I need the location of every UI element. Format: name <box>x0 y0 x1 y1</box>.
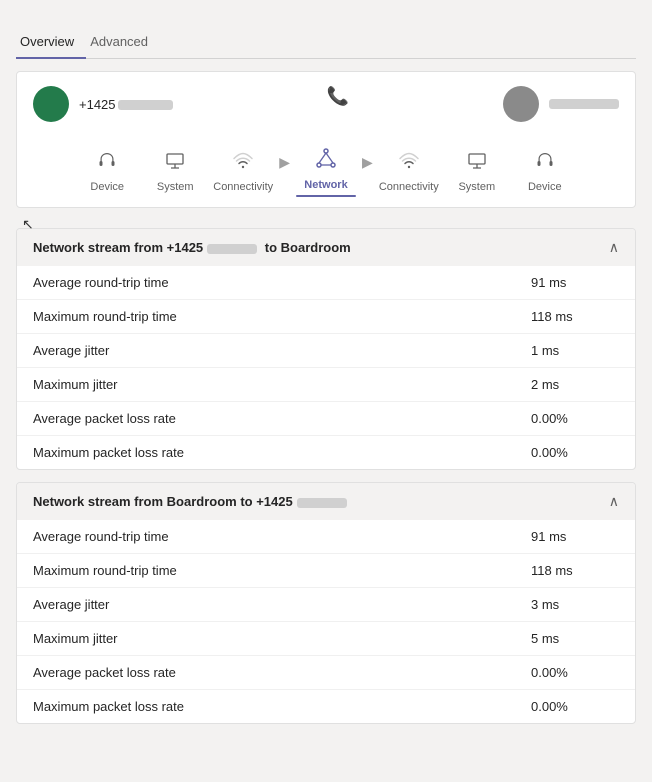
row-value: 0.00% <box>515 436 635 470</box>
phone-icon: 📞 <box>327 86 349 107</box>
participant-left-number: +1425 <box>79 97 173 112</box>
device-right-icon <box>534 150 556 178</box>
connectivity-left-icon <box>232 150 254 178</box>
row-label: Average round-trip time <box>17 266 515 300</box>
tab-advanced[interactable]: Advanced <box>86 28 160 59</box>
net-icon-connectivity-left[interactable]: Connectivity <box>209 150 277 193</box>
table-row: Maximum packet loss rate 0.00% <box>17 690 635 724</box>
participant-right <box>503 86 619 122</box>
system-left-icon <box>164 150 186 178</box>
cursor-area: ↖ <box>16 220 636 228</box>
cursor-icon: ↖ <box>22 216 34 233</box>
connectivity-right-label: Connectivity <box>379 181 439 193</box>
section-stream2-table: Average round-trip time 91 ms Maximum ro… <box>17 520 635 723</box>
row-label: Average packet loss rate <box>17 656 515 690</box>
section-stream2: Network stream from Boardroom to +1425 ∧… <box>16 482 636 724</box>
page-wrapper: Overview Advanced +1425 📞 <box>0 0 652 782</box>
row-label: Average jitter <box>17 588 515 622</box>
participant-left-info: +1425 <box>79 97 173 112</box>
row-label: Average jitter <box>17 334 515 368</box>
table-row: Maximum packet loss rate 0.00% <box>17 436 635 470</box>
call-participants: +1425 📞 <box>33 86 619 122</box>
row-label: Average round-trip time <box>17 520 515 554</box>
row-value: 3 ms <box>515 588 635 622</box>
row-value: 0.00% <box>515 402 635 436</box>
table-row: Average packet loss rate 0.00% <box>17 402 635 436</box>
call-card: +1425 📞 <box>16 71 636 208</box>
tabs-bar: Overview Advanced <box>16 28 636 59</box>
net-icon-device-right[interactable]: Device <box>511 150 579 193</box>
tab-overview[interactable]: Overview <box>16 28 86 59</box>
net-icon-connectivity-right[interactable]: Connectivity <box>375 150 443 193</box>
row-label: Maximum round-trip time <box>17 554 515 588</box>
section-stream1-title: Network stream from +1425 to Boardroom <box>33 240 351 255</box>
row-value: 118 ms <box>515 300 635 334</box>
network-label: Network <box>304 179 347 191</box>
row-value: 2 ms <box>515 368 635 402</box>
system-right-label: System <box>458 181 495 193</box>
section-stream2-title: Network stream from Boardroom to +1425 <box>33 494 347 509</box>
avatar-right <box>503 86 539 122</box>
participant-right-info <box>549 98 619 110</box>
section-stream2-chevron: ∧ <box>609 493 619 510</box>
row-label: Maximum round-trip time <box>17 300 515 334</box>
connectivity-right-icon <box>398 150 420 178</box>
section-stream1-header[interactable]: Network stream from +1425 to Boardroom ∧ <box>17 229 635 266</box>
network-icons-row: Device System <box>33 136 619 197</box>
arrow-right-icon: ▶ <box>279 154 290 189</box>
row-value: 0.00% <box>515 690 635 724</box>
device-right-label: Device <box>528 181 562 193</box>
row-label: Maximum jitter <box>17 622 515 656</box>
section-stream1-table: Average round-trip time 91 ms Maximum ro… <box>17 266 635 469</box>
row-label: Maximum packet loss rate <box>17 690 515 724</box>
table-row: Average round-trip time 91 ms <box>17 266 635 300</box>
participant-left: +1425 <box>33 86 173 122</box>
avatar-left <box>33 86 69 122</box>
participant-right-sub <box>549 98 619 110</box>
row-value: 0.00% <box>515 656 635 690</box>
device-left-label: Device <box>90 181 124 193</box>
table-row: Maximum round-trip time 118 ms <box>17 554 635 588</box>
connectivity-left-label: Connectivity <box>213 181 273 193</box>
table-row: Average packet loss rate 0.00% <box>17 656 635 690</box>
system-left-label: System <box>157 181 194 193</box>
call-center: 📞 <box>327 86 349 111</box>
device-left-icon <box>96 150 118 178</box>
section-stream1-chevron: ∧ <box>609 239 619 256</box>
network-active-underline <box>296 195 356 197</box>
net-icon-network[interactable]: Network <box>292 146 360 197</box>
net-icon-device-left[interactable]: Device <box>73 150 141 193</box>
table-row: Maximum jitter 2 ms <box>17 368 635 402</box>
row-value: 91 ms <box>515 266 635 300</box>
row-value: 1 ms <box>515 334 635 368</box>
row-value: 5 ms <box>515 622 635 656</box>
table-row: Maximum round-trip time 118 ms <box>17 300 635 334</box>
table-row: Average jitter 1 ms <box>17 334 635 368</box>
section-stream1: Network stream from +1425 to Boardroom ∧… <box>16 228 636 470</box>
row-label: Maximum packet loss rate <box>17 436 515 470</box>
section-stream2-header[interactable]: Network stream from Boardroom to +1425 ∧ <box>17 483 635 520</box>
table-row: Maximum jitter 5 ms <box>17 622 635 656</box>
row-label: Maximum jitter <box>17 368 515 402</box>
row-label: Average packet loss rate <box>17 402 515 436</box>
row-value: 118 ms <box>515 554 635 588</box>
net-icon-system-right[interactable]: System <box>443 150 511 193</box>
network-icon <box>314 146 338 176</box>
table-row: Average jitter 3 ms <box>17 588 635 622</box>
row-value: 91 ms <box>515 520 635 554</box>
net-icon-system-left[interactable]: System <box>141 150 209 193</box>
system-right-icon <box>466 150 488 178</box>
table-row: Average round-trip time 91 ms <box>17 520 635 554</box>
arrow-right-icon-2: ▶ <box>362 154 373 189</box>
